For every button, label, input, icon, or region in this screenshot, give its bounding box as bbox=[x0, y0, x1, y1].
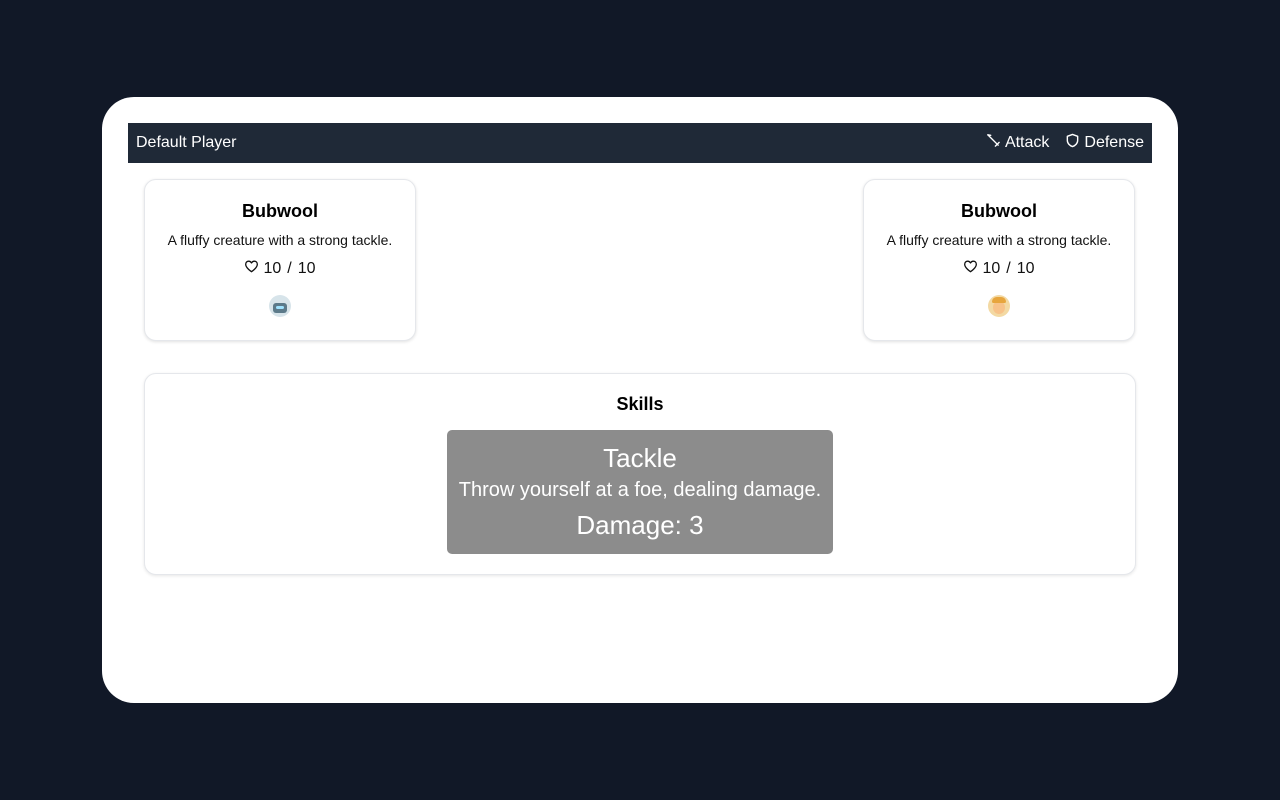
player-name: Default Player bbox=[136, 134, 237, 151]
game-window: Default Player Attack Defense Bubwool A … bbox=[102, 97, 1178, 703]
person-face-icon bbox=[988, 295, 1010, 317]
robot-face-icon bbox=[269, 295, 291, 317]
defense-label: Defense bbox=[1084, 134, 1144, 151]
attack-button[interactable]: Attack bbox=[986, 133, 1049, 153]
skills-title: Skills bbox=[616, 394, 664, 414]
skill-damage: Damage: 3 bbox=[576, 510, 704, 540]
defense-button[interactable]: Defense bbox=[1065, 133, 1144, 153]
heart-icon bbox=[963, 259, 978, 279]
player-creature-card: Bubwool A fluffy creature with a strong … bbox=[144, 179, 416, 341]
creature-description: A fluffy creature with a strong tackle. bbox=[167, 232, 393, 248]
creature-description: A fluffy creature with a strong tackle. bbox=[886, 232, 1112, 248]
heart-icon bbox=[244, 259, 259, 279]
enemy-creature-card: Bubwool A fluffy creature with a strong … bbox=[863, 179, 1135, 341]
topbar-actions: Attack Defense bbox=[986, 133, 1144, 153]
attack-label: Attack bbox=[1004, 134, 1050, 151]
creature-name: Bubwool bbox=[961, 201, 1037, 221]
skills-panel: Skills Tackle Throw yourself at a foe, d… bbox=[144, 373, 1136, 575]
creature-name: Bubwool bbox=[242, 201, 318, 221]
skill-card-tackle[interactable]: Tackle Throw yourself at a foe, dealing … bbox=[447, 430, 833, 554]
creature-hp: 10 / 10 bbox=[145, 259, 415, 279]
hp-current: 10 bbox=[263, 260, 282, 277]
skill-description: Throw yourself at a foe, dealing damage. bbox=[458, 479, 822, 501]
skill-name: Tackle bbox=[603, 443, 677, 473]
top-bar: Default Player Attack Defense bbox=[128, 123, 1152, 163]
hp-current: 10 bbox=[982, 260, 1001, 277]
hp-max: 10 bbox=[297, 260, 316, 277]
shield-icon bbox=[1065, 133, 1080, 153]
creature-hp: 10 / 10 bbox=[864, 259, 1134, 279]
hp-max: 10 bbox=[1016, 260, 1035, 277]
sword-icon bbox=[986, 133, 1001, 153]
